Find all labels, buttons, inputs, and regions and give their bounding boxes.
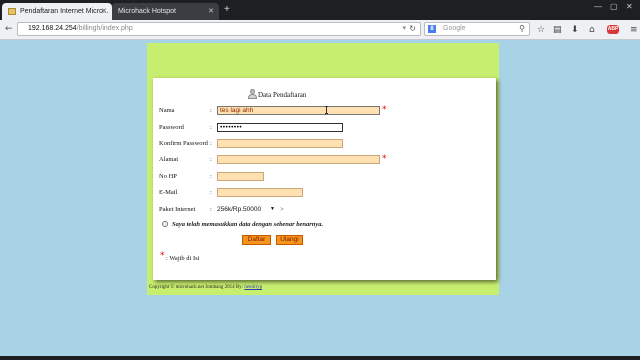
colon: : bbox=[210, 107, 212, 114]
maximize-icon[interactable]: ▢ bbox=[610, 2, 618, 11]
colon: : bbox=[210, 189, 212, 196]
ulangi-button[interactable]: Ulangi bbox=[276, 235, 303, 245]
label-paket-internet: Paket Internet bbox=[159, 206, 196, 213]
close-tab-icon[interactable]: ✕ bbox=[208, 3, 214, 20]
reload-icon[interactable]: ↻ bbox=[409, 23, 416, 35]
dropdown-arrow-icon[interactable]: ▼ bbox=[270, 205, 275, 214]
screen-bottom-edge bbox=[0, 356, 640, 360]
window-close-icon[interactable]: ✕ bbox=[626, 2, 633, 11]
agreement-radio[interactable] bbox=[162, 221, 168, 227]
back-icon[interactable]: ← bbox=[5, 23, 13, 35]
label-nama: Nama bbox=[159, 107, 175, 114]
tab-label: Microhack Hotspot bbox=[118, 8, 176, 15]
menu-icon[interactable]: ≡ bbox=[630, 24, 638, 36]
adblock-icon[interactable]: ABP bbox=[607, 25, 619, 34]
daftar-button[interactable]: Daftar bbox=[242, 235, 271, 245]
agreement-text: Saya telah memasukkan data dengan sebena… bbox=[172, 221, 324, 228]
alamat-input[interactable] bbox=[217, 155, 380, 164]
colon: : bbox=[210, 156, 212, 163]
copyright-text: Copyright © microhack.net Jombang 2014 B… bbox=[149, 285, 245, 290]
label-konfirm-password: Konfirm Password bbox=[159, 140, 208, 147]
url-path: /billingh/index.php bbox=[76, 25, 133, 32]
form-heading-text: Data Pendaftaran bbox=[258, 91, 307, 99]
minimize-icon[interactable]: — bbox=[594, 2, 602, 11]
browser-tab-bar: Pendaftaran Internet Micro... ✕ Microhac… bbox=[0, 0, 640, 20]
copyright-footer: Copyright © microhack.net Jombang 2014 B… bbox=[149, 284, 262, 291]
email-input[interactable] bbox=[217, 188, 303, 197]
address-bar[interactable]: 192.168.24.254/billingh/index.php ▾ ↻ bbox=[17, 22, 421, 36]
download-icon[interactable]: ⬇ bbox=[571, 24, 579, 36]
label-no-hp: No HP bbox=[159, 173, 177, 180]
label-alamat: Alamat bbox=[159, 156, 179, 163]
google-icon[interactable]: 8 bbox=[428, 25, 436, 33]
author-link[interactable]: hendriyp bbox=[244, 285, 262, 290]
paket-suffix: > bbox=[280, 206, 284, 213]
search-bar[interactable]: 8 Google ⚲ bbox=[424, 22, 530, 36]
text-cursor-icon bbox=[325, 106, 328, 114]
dropdown-icon[interactable]: ▾ bbox=[402, 23, 406, 35]
url-host: 192.168.24.254 bbox=[28, 25, 77, 32]
required-mark: * bbox=[160, 251, 165, 261]
colon: : bbox=[210, 173, 212, 180]
close-tab-icon[interactable]: ✕ bbox=[101, 3, 107, 20]
paket-selected-value: 256k/Rp.50000 bbox=[217, 206, 262, 213]
tab-pendaftaran[interactable]: Pendaftaran Internet Micro... ✕ bbox=[2, 3, 112, 20]
label-password: Password bbox=[159, 124, 184, 131]
bookmarks-list-icon[interactable]: ▤ bbox=[553, 24, 562, 36]
home-icon[interactable]: ⌂ bbox=[589, 24, 595, 36]
no-hp-input[interactable] bbox=[217, 172, 264, 181]
colon: : bbox=[210, 124, 212, 131]
form-heading: Data Pendaftaran bbox=[248, 89, 306, 99]
colon: : bbox=[210, 140, 212, 147]
nama-input[interactable]: tes lagi ahh bbox=[217, 106, 380, 115]
bookmark-star-icon[interactable]: ☆ bbox=[537, 24, 545, 36]
password-input[interactable]: •••••••• bbox=[217, 123, 343, 132]
required-legend: : Wajib di Isi bbox=[166, 255, 200, 262]
paket-select[interactable]: 256k/Rp.50000 ▼ bbox=[217, 205, 277, 214]
new-tab-icon[interactable]: + bbox=[224, 3, 230, 17]
konfirm-password-input[interactable] bbox=[217, 139, 343, 148]
colon: : bbox=[210, 206, 212, 213]
required-mark: * bbox=[382, 105, 387, 115]
label-email: E-Mail bbox=[159, 189, 178, 196]
search-placeholder: Google bbox=[443, 25, 466, 32]
search-icon[interactable]: ⚲ bbox=[519, 23, 525, 35]
tab-label: Pendaftaran Internet Micro... bbox=[20, 8, 109, 15]
user-icon bbox=[248, 89, 257, 99]
required-mark: * bbox=[382, 154, 387, 164]
folder-icon bbox=[8, 8, 16, 15]
tab-hotspot[interactable]: Microhack Hotspot ✕ bbox=[112, 3, 219, 20]
